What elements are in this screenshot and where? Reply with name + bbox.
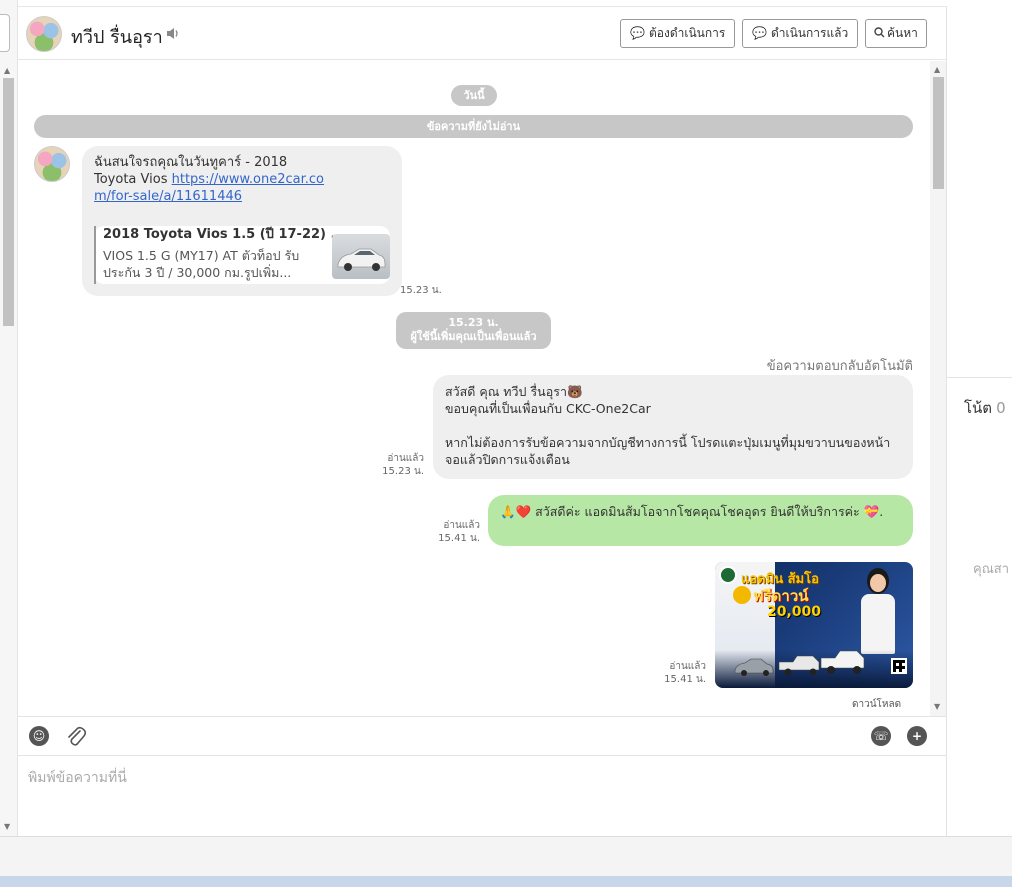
speaker-icon[interactable] bbox=[166, 27, 180, 40]
search-icon bbox=[874, 27, 885, 38]
emoji-icon[interactable]: ☺ bbox=[29, 726, 49, 746]
promo-car-1 bbox=[734, 658, 774, 676]
collapsed-panel-edge[interactable] bbox=[0, 14, 10, 52]
notes-header[interactable]: โน้ต 0 bbox=[964, 396, 1006, 420]
search-button-label: ค้นหา bbox=[887, 26, 918, 40]
speech-bubble-icon: 💬 bbox=[630, 26, 645, 40]
incoming-message-bubble[interactable]: ฉันสนใจรถคุณในวันทูคาร์ - 2018 Toyota Vi… bbox=[82, 146, 402, 296]
brand-logo-icon bbox=[719, 566, 737, 584]
promo-amount: 20,000 bbox=[767, 604, 822, 620]
message-list[interactable]: วันนี้ ข้อความที่ยังไม่อ่าน ฉันสนใจรถคุณ… bbox=[18, 61, 930, 716]
contact-name[interactable]: ทวีป รื่นอุรา bbox=[71, 22, 163, 51]
bottom-bar bbox=[0, 836, 1012, 876]
right-panel: โน้ต 0 คุณสา bbox=[946, 6, 1012, 836]
messages-scrollbar[interactable]: ▲ ▼ bbox=[930, 61, 946, 716]
card-accent-bar bbox=[94, 226, 96, 284]
auto-reply-time: 15.23 น. bbox=[382, 466, 424, 477]
promo-car-3 bbox=[820, 650, 865, 674]
notes-label: โน้ต bbox=[964, 399, 993, 417]
promo-read: อ่านแล้ว bbox=[669, 661, 706, 672]
chat-check-icon: 💬 bbox=[752, 26, 767, 40]
search-button[interactable]: ค้นหา bbox=[865, 19, 927, 48]
car-image bbox=[337, 248, 386, 271]
unread-banner: ข้อความที่ยังไม่อ่าน bbox=[34, 115, 913, 138]
scroll-down-arrow-icon[interactable]: ▼ bbox=[4, 822, 10, 831]
friend-added-event: 15.23 น. ผู้ใช้นี้เพิ่มคุณเป็นเพื่อนแล้ว bbox=[396, 312, 551, 349]
link-preview-card[interactable]: 2018 Toyota Vios 1.5 (ปี 17-22) ... VIOS… bbox=[94, 226, 390, 284]
auto-reply-read: อ่านแล้ว bbox=[387, 453, 424, 464]
auto-reply-label: ข้อความตอบกลับอัตโนมัติ bbox=[766, 359, 913, 374]
greeting-time: 15.41 น. bbox=[438, 533, 480, 544]
promo-image[interactable]: แอดมิน ส้มโอ ฟรีดาวน์ 20,000 bbox=[715, 562, 913, 688]
download-link[interactable]: ดาวน์โหลด bbox=[852, 697, 901, 712]
car-thumbnail-image[interactable] bbox=[332, 234, 390, 279]
right-panel-divider bbox=[947, 377, 1012, 378]
attachment-icon[interactable] bbox=[66, 725, 86, 747]
incoming-time: 15.23 น. bbox=[400, 285, 442, 296]
chat-template-icon[interactable]: ☏ bbox=[871, 726, 891, 746]
promo-status: อ่านแล้ว 15.41 น. bbox=[654, 660, 706, 686]
done-button[interactable]: 💬 ดำเนินการแล้ว bbox=[742, 19, 859, 48]
app-window: ▲ ▼ ‖ ทวีป รื่นอุรา 💬ต้องดำเนินการ 💬ดำเน… bbox=[0, 0, 1012, 887]
scroll-up-arrow-icon[interactable]: ▲ bbox=[4, 66, 10, 75]
incoming-message-text: ฉันสนใจรถคุณในวันทูคาร์ - 2018 Toyota Vi… bbox=[94, 154, 330, 205]
add-icon[interactable]: + bbox=[907, 726, 927, 746]
greeting-status: อ่านแล้ว 15.41 น. bbox=[428, 519, 480, 545]
left-scrollbar[interactable]: ▲ ▼ bbox=[0, 0, 18, 836]
card-title: 2018 Toyota Vios 1.5 (ปี 17-22) ... bbox=[103, 227, 346, 242]
notes-count: 0 bbox=[996, 399, 1006, 417]
sender-avatar[interactable] bbox=[34, 146, 70, 182]
qr-code-icon bbox=[891, 658, 907, 674]
greeting-bubble[interactable]: 🙏❤️ สวัสดีค่ะ แอดมินส้มโอจากโชคคุณโชคอุด… bbox=[488, 495, 913, 546]
notes-hint: คุณสา bbox=[973, 562, 1009, 577]
auto-reply-status: อ่านแล้ว 15.23 น. bbox=[372, 452, 424, 478]
greeting-read: อ่านแล้ว bbox=[443, 520, 480, 531]
promo-time: 15.41 น. bbox=[664, 674, 706, 685]
msg-scroll-up-icon[interactable]: ▲ bbox=[934, 65, 940, 74]
os-taskbar bbox=[0, 876, 1012, 887]
msg-scrollbar-thumb[interactable] bbox=[933, 77, 944, 189]
card-description: VIOS 1.5 G (MY17) AT ตัวท็อป รับประกัน 3… bbox=[103, 248, 300, 280]
chat-panel: ทวีป รื่นอุรา 💬 ต้องดำเนินการ 💬 ดำเนินการแ… bbox=[18, 0, 946, 836]
date-pill: วันนี้ bbox=[451, 85, 497, 106]
todo-button[interactable]: 💬 ต้องดำเนินการ bbox=[620, 19, 736, 48]
event-text: ผู้ใช้นี้เพิ่มคุณเป็นเพื่อนแล้ว bbox=[410, 330, 537, 343]
promo-car-2 bbox=[778, 655, 820, 676]
message-input[interactable] bbox=[18, 757, 946, 836]
todo-button-label: ต้องดำเนินการ bbox=[648, 26, 726, 40]
chat-header: ทวีป รื่นอุรา 💬 ต้องดำเนินการ 💬 ดำเนินการแ… bbox=[18, 6, 946, 60]
auto-reply-bubble[interactable]: สวัสดี คุณ ทวีป รื่นอุรา🐻 ขอบคุณที่เป็นเ… bbox=[433, 375, 913, 479]
scrollbar-thumb[interactable] bbox=[3, 78, 14, 326]
auto-reply-line3: หากไม่ต้องการรับข้อความจากบัญชีทางการนี้… bbox=[445, 435, 891, 467]
msg-scroll-down-icon[interactable]: ▼ bbox=[934, 702, 940, 711]
auto-reply-line2: ขอบคุณที่เป็นเพื่อนกับ CKC-One2Car bbox=[445, 401, 651, 416]
auto-reply-line1: สวัสดี คุณ ทวีป รื่นอุรา🐻 bbox=[445, 384, 583, 399]
composer-toolbar: ☺ ☏ + bbox=[18, 716, 946, 756]
done-button-label: ดำเนินการแล้ว bbox=[770, 26, 849, 40]
event-time: 15.23 น. bbox=[448, 316, 499, 329]
badge-icon bbox=[733, 586, 751, 604]
contact-avatar[interactable] bbox=[26, 16, 62, 52]
